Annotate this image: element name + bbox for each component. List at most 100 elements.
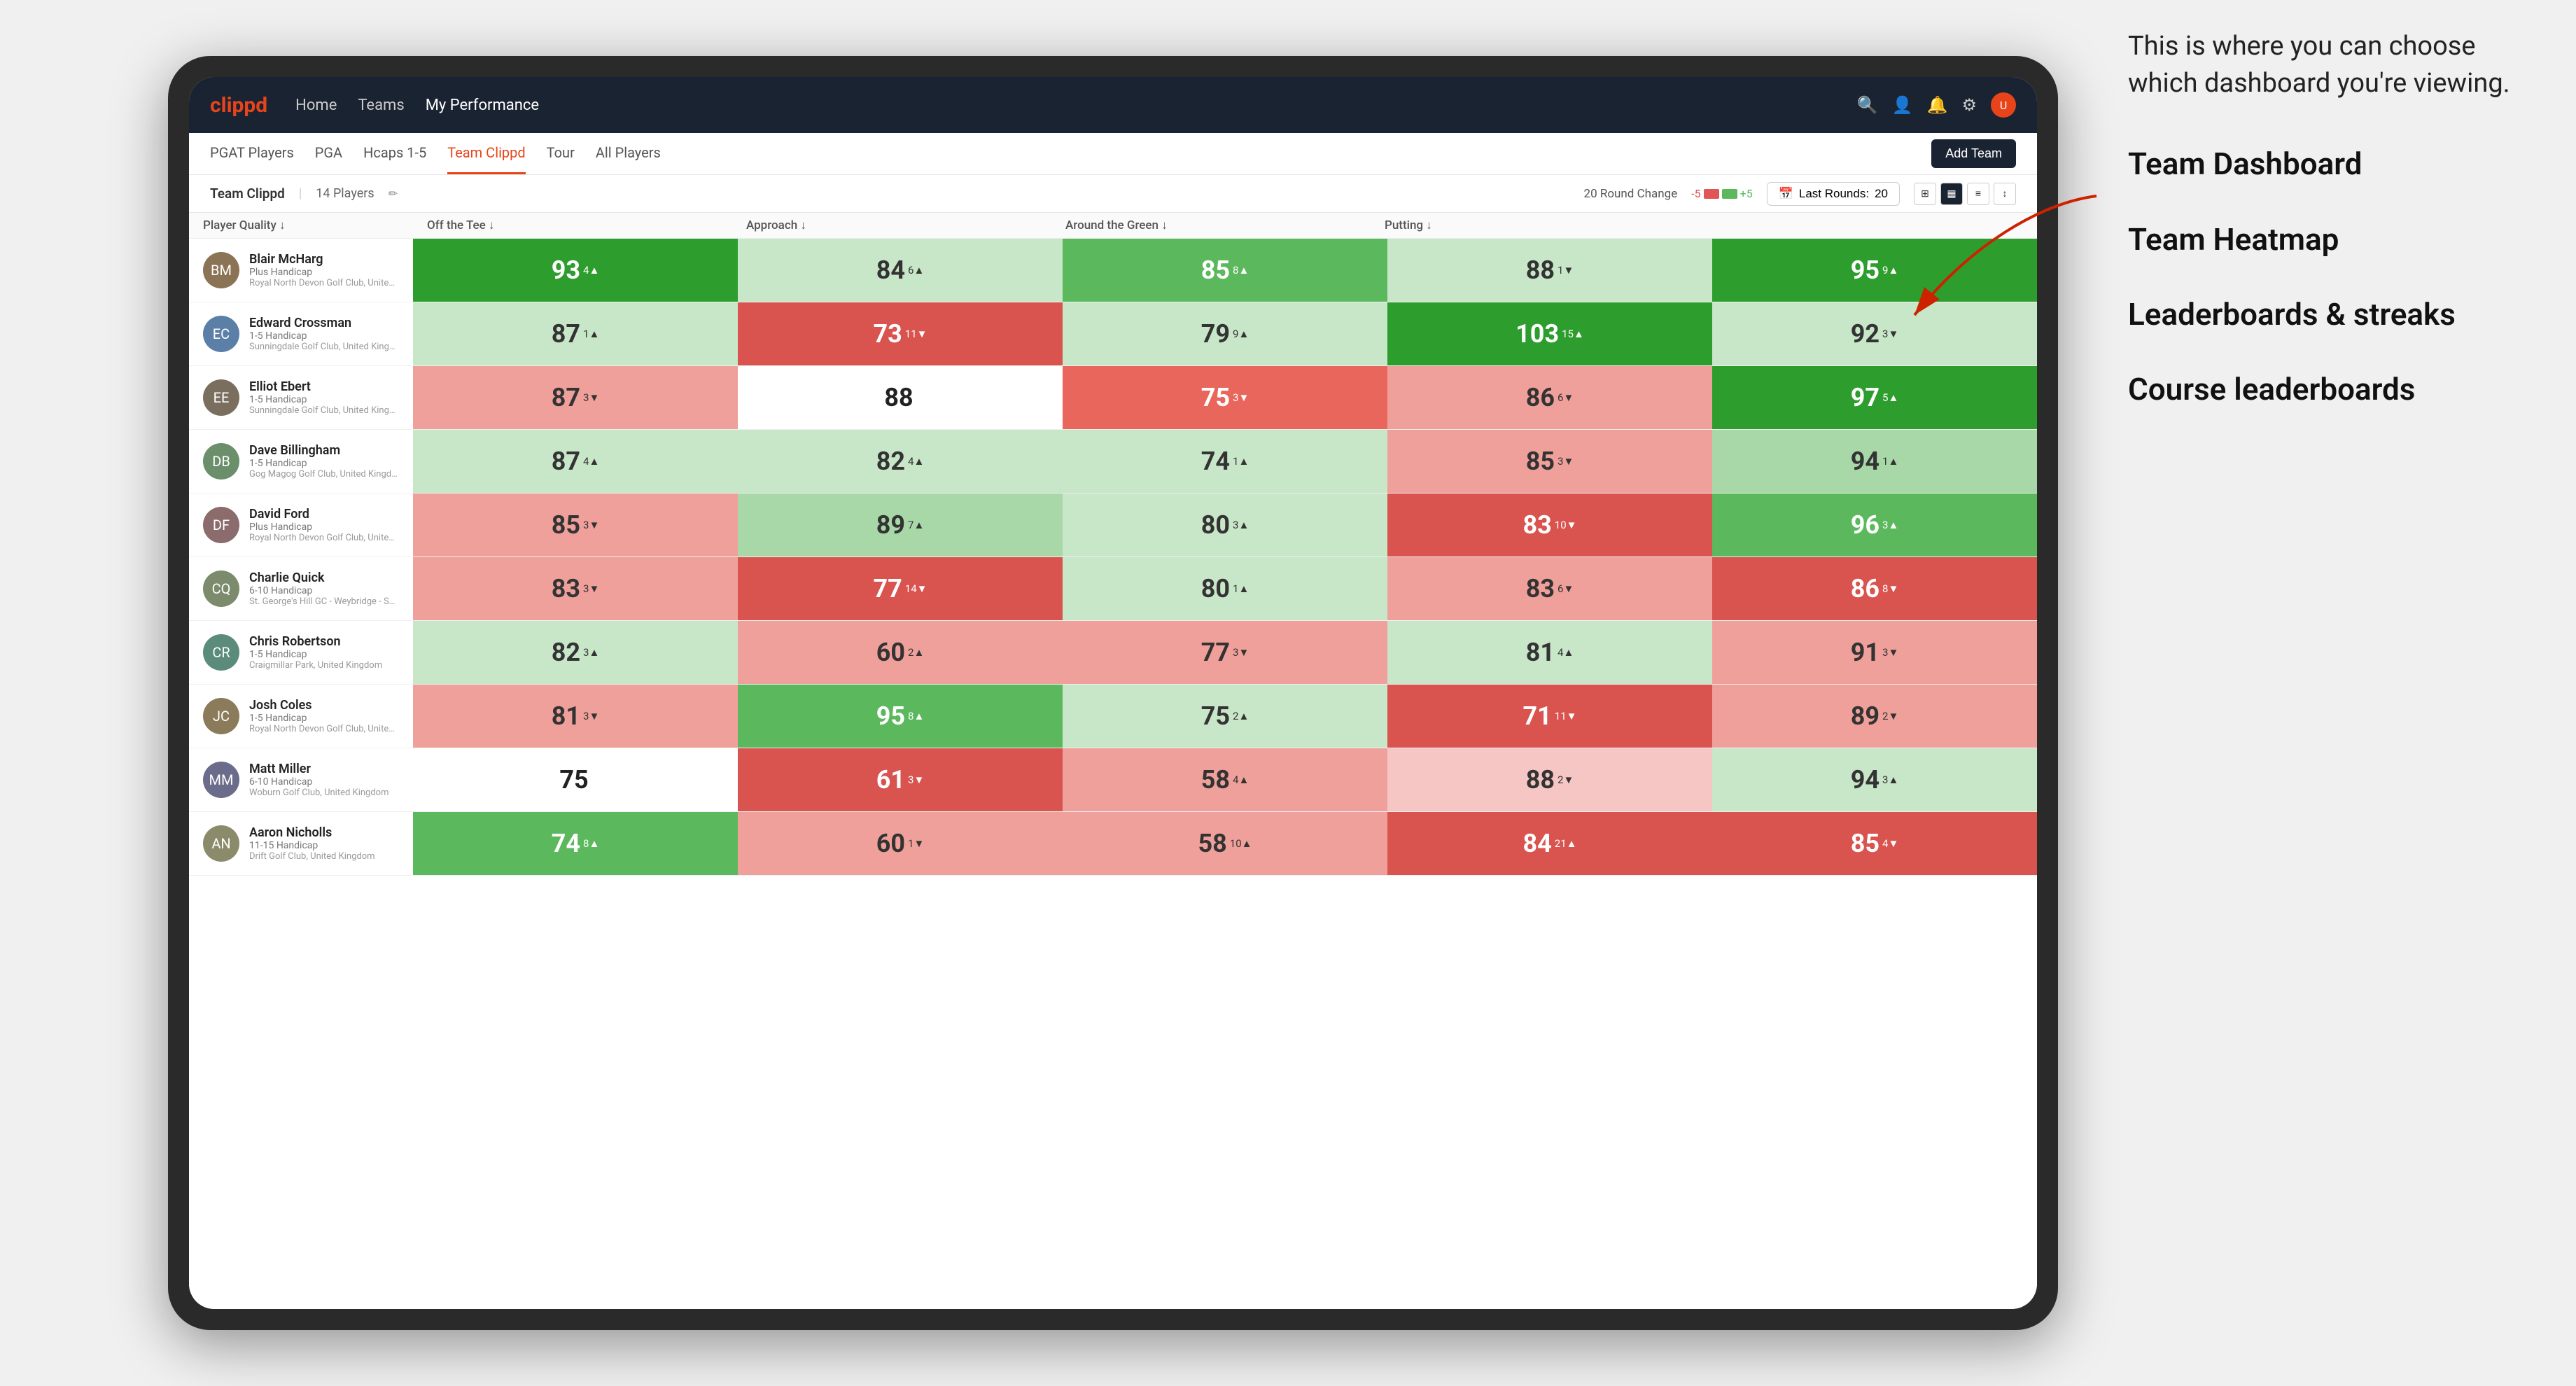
score-cell[interactable]: 75	[413, 748, 738, 811]
score-cell[interactable]: 934▲	[413, 239, 738, 302]
score-cell[interactable]: 7714▼	[738, 557, 1063, 620]
table-row: ECEdward Crossman1-5 HandicapSunningdale…	[189, 302, 2037, 366]
list-view-button[interactable]: ≡	[1967, 183, 1989, 205]
score-cell[interactable]: 752▲	[1063, 685, 1387, 748]
avatar: CR	[203, 634, 239, 671]
round-change-label: 20 Round Change	[1584, 187, 1678, 201]
player-info[interactable]: CRChris Robertson1-5 HandicapCraigmillar…	[189, 626, 413, 679]
sort-button[interactable]: ↕	[1994, 183, 2016, 205]
edit-icon[interactable]: ✏	[388, 187, 398, 200]
score-cell[interactable]: 958▲	[738, 685, 1063, 748]
player-info[interactable]: DBDave Billingham1-5 HandicapGog Magog G…	[189, 435, 413, 488]
nav-teams[interactable]: Teams	[358, 94, 404, 117]
score-cell[interactable]: 873▼	[413, 366, 738, 429]
score-cell[interactable]: 868▼	[1712, 557, 2037, 620]
avatar[interactable]: U	[1991, 92, 2016, 118]
tab-hcaps[interactable]: Hcaps 1-5	[363, 133, 426, 174]
score-cell[interactable]: 853▼	[413, 493, 738, 556]
score-cell[interactable]: 799▲	[1063, 302, 1387, 365]
score-cell[interactable]: 803▲	[1063, 493, 1387, 556]
score-cell[interactable]: 963▲	[1712, 493, 2037, 556]
avatar: EC	[203, 316, 239, 352]
option-team-dashboard[interactable]: Team Dashboard	[2128, 144, 2534, 184]
bell-icon[interactable]: 🔔	[1927, 95, 1948, 115]
score-cell[interactable]: 601▼	[738, 812, 1063, 875]
score-cell[interactable]: 959▲	[1712, 239, 2037, 302]
score-cell[interactable]: 814▲	[1387, 621, 1712, 684]
player-name: Blair McHarg	[249, 252, 399, 267]
score-cell[interactable]: 923▼	[1712, 302, 2037, 365]
nav-home[interactable]: Home	[295, 94, 337, 117]
col-approach[interactable]: Approach ↓	[746, 218, 1065, 232]
score-cell[interactable]: 881▼	[1387, 239, 1712, 302]
player-info[interactable]: JCJosh Coles1-5 HandicapRoyal North Devo…	[189, 690, 413, 743]
grid-view-button[interactable]: ⊞	[1914, 183, 1936, 205]
score-cell[interactable]: 866▼	[1387, 366, 1712, 429]
score-cell[interactable]: 8421▲	[1387, 812, 1712, 875]
score-cell[interactable]: 874▲	[413, 430, 738, 493]
player-info[interactable]: MMMatt Miller6-10 HandicapWoburn Golf Cl…	[189, 753, 413, 806]
player-info[interactable]: ECEdward Crossman1-5 HandicapSunningdale…	[189, 307, 413, 360]
score-cell[interactable]: 871▲	[413, 302, 738, 365]
player-info[interactable]: BMBlair McHargPlus HandicapRoyal North D…	[189, 244, 413, 297]
col-off-tee[interactable]: Off the Tee ↓	[427, 218, 746, 232]
score-cell[interactable]: 88	[738, 366, 1063, 429]
tab-pga[interactable]: PGA	[315, 133, 342, 174]
score-cell[interactable]: 773▼	[1063, 621, 1387, 684]
score-cell[interactable]: 801▲	[1063, 557, 1387, 620]
player-info[interactable]: CQCharlie Quick6-10 HandicapSt. George's…	[189, 562, 413, 615]
player-club: Craigmillar Park, United Kingdom	[249, 660, 399, 671]
score-cell[interactable]: 584▲	[1063, 748, 1387, 811]
player-info[interactable]: EEElliot Ebert1-5 HandicapSunningdale Go…	[189, 371, 413, 424]
score-cell[interactable]: 741▲	[1063, 430, 1387, 493]
heatmap-table: Player Quality ↓ Off the Tee ↓ Approach …	[189, 213, 2037, 876]
tab-pgat-players[interactable]: PGAT Players	[210, 133, 294, 174]
score-cell[interactable]: 836▼	[1387, 557, 1712, 620]
score-cell[interactable]: 858▲	[1063, 239, 1387, 302]
player-rows-container: BMBlair McHargPlus HandicapRoyal North D…	[189, 239, 2037, 876]
nav-my-performance[interactable]: My Performance	[426, 94, 539, 117]
score-cell[interactable]: 8310▼	[1387, 493, 1712, 556]
score-cell[interactable]: 892▼	[1712, 685, 2037, 748]
score-cell[interactable]: 897▲	[738, 493, 1063, 556]
score-cell[interactable]: 813▼	[413, 685, 738, 748]
option-course-leaderboards[interactable]: Course leaderboards	[2128, 370, 2534, 410]
score-cell[interactable]: 943▲	[1712, 748, 2037, 811]
col-putting[interactable]: Putting ↓	[1385, 218, 1704, 232]
col-around-green[interactable]: Around the Green ↓	[1065, 218, 1385, 232]
score-cell[interactable]: 602▲	[738, 621, 1063, 684]
player-club: Royal North Devon Golf Club, United King…	[249, 533, 399, 543]
score-cell[interactable]: 882▼	[1387, 748, 1712, 811]
score-cell[interactable]: 7111▼	[1387, 685, 1712, 748]
score-cell[interactable]: 10315▲	[1387, 302, 1712, 365]
score-cell[interactable]: 975▲	[1712, 366, 2037, 429]
last-rounds-button[interactable]: 📅 Last Rounds: 20	[1767, 182, 1900, 206]
score-cell[interactable]: 753▼	[1063, 366, 1387, 429]
score-cell[interactable]: 853▼	[1387, 430, 1712, 493]
player-info[interactable]: DFDavid FordPlus HandicapRoyal North Dev…	[189, 498, 413, 552]
score-cell[interactable]: 854▼	[1712, 812, 2037, 875]
col-player-quality[interactable]: Player Quality ↓	[203, 218, 427, 232]
option-leaderboards[interactable]: Leaderboards & streaks	[2128, 295, 2534, 335]
score-cell[interactable]: 748▲	[413, 812, 738, 875]
score-cell[interactable]: 941▲	[1712, 430, 2037, 493]
tab-team-clippd[interactable]: Team Clippd	[447, 133, 525, 174]
score-cell[interactable]: 7311▼	[738, 302, 1063, 365]
score-cell[interactable]: 823▲	[413, 621, 738, 684]
search-icon[interactable]: 🔍	[1857, 95, 1878, 115]
tab-all-players[interactable]: All Players	[596, 133, 661, 174]
score-cell[interactable]: 913▼	[1712, 621, 2037, 684]
heatmap-view-button[interactable]: ▦	[1940, 183, 1963, 205]
player-info[interactable]: ANAaron Nicholls11-15 HandicapDrift Golf…	[189, 817, 413, 870]
score-cell[interactable]: 846▲	[738, 239, 1063, 302]
score-cell[interactable]: 5810▲	[1063, 812, 1387, 875]
tab-tour[interactable]: Tour	[547, 133, 575, 174]
add-team-button[interactable]: Add Team	[1931, 139, 2016, 168]
score-cell[interactable]: 833▼	[413, 557, 738, 620]
profile-icon[interactable]: 👤	[1892, 95, 1913, 115]
table-row: DBDave Billingham1-5 HandicapGog Magog G…	[189, 430, 2037, 493]
score-cell[interactable]: 824▲	[738, 430, 1063, 493]
score-cell[interactable]: 613▼	[738, 748, 1063, 811]
option-team-heatmap[interactable]: Team Heatmap	[2128, 220, 2534, 260]
settings-icon[interactable]: ⚙	[1961, 95, 1977, 115]
